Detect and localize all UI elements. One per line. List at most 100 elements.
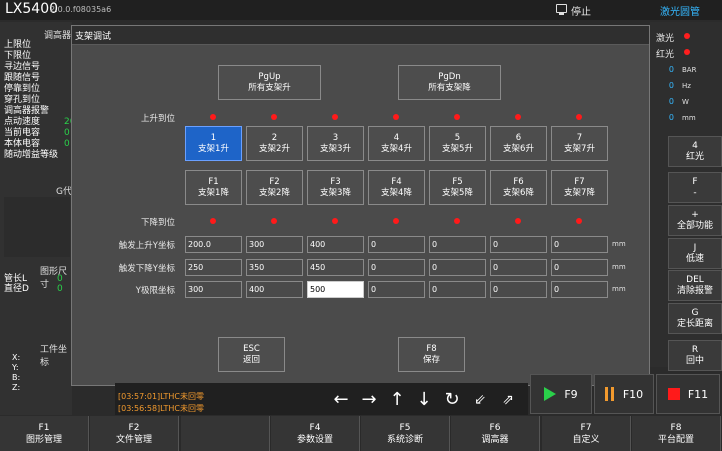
log-line: [03:57:01]LTHC未回零 xyxy=(118,392,205,401)
side-button-key: G xyxy=(691,307,699,318)
work-coord-title: 工件坐标 xyxy=(40,345,68,368)
bracket-7-down-button[interactable]: F7 支架7降 xyxy=(551,170,608,205)
coordinate-input[interactable]: 0 xyxy=(490,259,547,276)
bracket-5-down-button[interactable]: F5 支架5降 xyxy=(429,170,486,205)
coordinate-input[interactable]: 400 xyxy=(307,236,364,253)
coordinate-input[interactable]: 300 xyxy=(246,236,303,253)
reading-value: 0 xyxy=(668,81,674,90)
side-function-button[interactable]: R 回中 xyxy=(668,340,722,371)
bracket-3-down-button[interactable]: F3 支架3降 xyxy=(307,170,364,205)
left-panel: 调高器 上限位 下限位 寻边信号 跟随信号 停靠到位 穿孔到位 调高器报警 点动速度 20 当前电… xyxy=(0,22,75,415)
all-brackets-down-button[interactable]: PgDn 所有支架降 xyxy=(398,65,501,100)
status-value: 0 xyxy=(64,128,70,138)
button-label: 支架3降 xyxy=(320,187,351,198)
bracket-2-up-button[interactable]: 2 支架2升 xyxy=(246,126,303,161)
expand-icon[interactable]: ⇗ xyxy=(497,389,519,411)
bottom-function-button[interactable]: F8 平台配置 xyxy=(632,416,721,451)
arrow-right-icon[interactable]: → xyxy=(358,389,380,411)
bottom-function-button[interactable]: F4 参数设置 xyxy=(271,416,360,451)
button-key: F3 xyxy=(330,176,341,187)
bracket-4-up-button[interactable]: 4 支架4升 xyxy=(368,126,425,161)
rotate-icon[interactable]: ↻ xyxy=(441,389,463,411)
diameter-value: 0 xyxy=(57,284,63,294)
coordinate-input[interactable]: 0 xyxy=(368,259,425,276)
coordinate-input[interactable]: 450 xyxy=(307,259,364,276)
coordinate-input[interactable]: 350 xyxy=(246,259,303,276)
bottom-function-button[interactable]: F7 自定义 xyxy=(542,416,631,451)
red-light-label: 红光 xyxy=(656,50,675,60)
bottom-function-button[interactable] xyxy=(181,416,270,451)
button-key: F5 xyxy=(452,176,463,187)
coordinate-input[interactable]: 250 xyxy=(185,259,242,276)
bracket-7-up-button[interactable]: 7 支架7升 xyxy=(551,126,608,161)
side-function-button[interactable]: DEL 清除报警 xyxy=(668,270,722,301)
button-key: 3 xyxy=(332,132,339,143)
all-up-key: PgUp xyxy=(258,71,281,82)
bracket-6-down-button[interactable]: F6 支架6降 xyxy=(490,170,547,205)
side-function-button[interactable]: + 全部功能 xyxy=(668,205,722,236)
arrow-down-icon[interactable]: ↓ xyxy=(413,389,435,411)
bracket-4-down-button[interactable]: F4 支架4降 xyxy=(368,170,425,205)
dialog-title: 支架调试 xyxy=(75,32,112,42)
bracket-1-up-button[interactable]: 1 支架1升 xyxy=(185,126,242,161)
all-brackets-up-button[interactable]: PgUp 所有支架升 xyxy=(218,65,321,100)
coordinate-input[interactable]: 0 xyxy=(551,236,608,253)
coordinate-input[interactable]: 400 xyxy=(246,281,303,298)
button-label: 支架4升 xyxy=(381,143,412,154)
coordinate-input[interactable]: 0 xyxy=(368,236,425,253)
f11-label: F11 xyxy=(687,387,709,401)
axis-label: Z: xyxy=(12,383,21,392)
side-function-button[interactable]: 4 红光 xyxy=(668,136,722,167)
pipe-length-value: 0 xyxy=(57,274,63,284)
side-button-key: + xyxy=(691,209,699,220)
bracket-2-down-button[interactable]: F2 支架2降 xyxy=(246,170,303,205)
unit-label: mm xyxy=(612,263,626,271)
f11-stop-button[interactable]: F11 xyxy=(656,374,720,414)
side-button-key: F xyxy=(692,176,698,187)
down-position-label: 下降到位 xyxy=(140,218,175,228)
bracket-debug-dialog: 支架调试 PgUp 所有支架升 PgDn 所有支架降 上升到位 下降到位 1 支架… xyxy=(71,25,650,386)
side-button-key: DEL xyxy=(686,274,704,285)
shrink-icon[interactable]: ⇙ xyxy=(469,389,491,411)
f9-start-button[interactable]: F9 xyxy=(530,374,592,414)
side-function-button[interactable]: G 定长距离 xyxy=(668,303,722,334)
side-function-button[interactable]: J 低速 xyxy=(668,238,722,269)
save-label: 保存 xyxy=(422,354,440,365)
coordinate-input[interactable]: 0 xyxy=(368,281,425,298)
coordinate-input[interactable]: 300 xyxy=(185,281,242,298)
coordinate-input[interactable]: 500 xyxy=(307,281,364,298)
bottom-function-button[interactable]: F5 系统诊断 xyxy=(361,416,450,451)
up-position-indicator xyxy=(454,114,460,120)
esc-back-button[interactable]: ESC 返回 xyxy=(218,337,285,372)
coordinate-input[interactable]: 200.0 xyxy=(185,236,242,253)
bracket-3-up-button[interactable]: 3 支架3升 xyxy=(307,126,364,161)
f9-label: F9 xyxy=(564,387,578,401)
f8-save-button[interactable]: F8 保存 xyxy=(398,337,465,372)
coordinate-row-label: Y极限坐标 xyxy=(135,286,175,296)
coordinate-input[interactable]: 0 xyxy=(429,259,486,276)
coordinate-input[interactable]: 0 xyxy=(429,281,486,298)
button-key: 1 xyxy=(210,132,217,143)
unit-label: mm xyxy=(612,240,626,248)
button-label: 支架6升 xyxy=(503,143,534,154)
bottom-button-key: F1 xyxy=(38,422,50,433)
arrow-up-icon[interactable]: ↑ xyxy=(386,389,408,411)
arrow-left-icon[interactable]: ← xyxy=(330,389,352,411)
bottom-function-button[interactable]: F1 图形管理 xyxy=(0,416,89,451)
bottom-function-button[interactable]: F6 调高器 xyxy=(451,416,540,451)
bracket-5-up-button[interactable]: 5 支架5升 xyxy=(429,126,486,161)
button-label: 支架5升 xyxy=(442,143,473,154)
bottom-button-label: 系统诊断 xyxy=(386,434,423,445)
right-panel: 激光 红光 0 BAR 0 Hz 0 W 0 mm 4 红光 F - + 全部功能 J 低速 DEL 清除报警 G… xyxy=(650,22,722,371)
laser-tube-mode[interactable]: 激光圆管 xyxy=(660,3,700,18)
bottom-function-button[interactable]: F2 文件管理 xyxy=(90,416,179,451)
side-function-button[interactable]: F- xyxy=(668,172,722,203)
coordinate-input[interactable]: 0 xyxy=(551,281,608,298)
f10-pause-button[interactable]: F10 xyxy=(594,374,654,414)
bracket-1-down-button[interactable]: F1 支架1降 xyxy=(185,170,242,205)
coordinate-input[interactable]: 0 xyxy=(551,259,608,276)
bracket-6-up-button[interactable]: 6 支架6升 xyxy=(490,126,547,161)
coordinate-input[interactable]: 0 xyxy=(490,281,547,298)
coordinate-input[interactable]: 0 xyxy=(429,236,486,253)
coordinate-input[interactable]: 0 xyxy=(490,236,547,253)
